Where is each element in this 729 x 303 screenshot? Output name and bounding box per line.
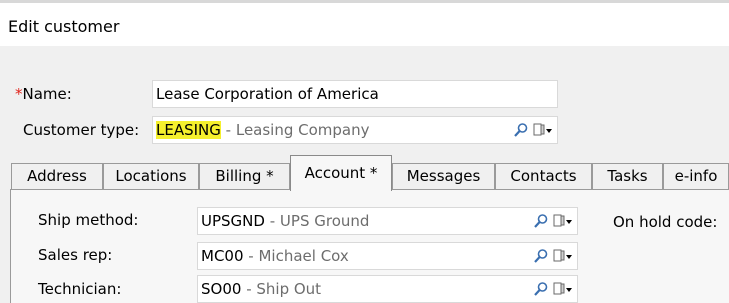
tab-e-info[interactable]: e-info	[663, 163, 729, 190]
document-dropdown-icon[interactable]	[553, 281, 573, 297]
customer-type-label: Customer type:	[23, 121, 140, 139]
ship-method-desc: - UPS Ground	[269, 212, 370, 230]
technician-code: SO00	[201, 280, 242, 298]
ship-method-code: UPSGND	[201, 212, 265, 230]
document-dropdown-icon[interactable]	[553, 213, 573, 229]
magnifier-icon[interactable]	[533, 248, 549, 264]
tab-contacts[interactable]: Contacts	[495, 163, 592, 190]
technician-desc: - Ship Out	[246, 280, 322, 298]
tab-address[interactable]: Address	[11, 163, 103, 190]
ship-method-label: Ship method:	[38, 211, 139, 229]
tab-strip: Address Locations Billing * Account * Me…	[10, 155, 729, 191]
tab-messages[interactable]: Messages	[392, 163, 495, 190]
customer-type-field[interactable]: LEASING - Leasing Company	[152, 116, 558, 144]
on-hold-code-label: On hold code:	[613, 213, 718, 231]
technician-field[interactable]: SO00 - Ship Out	[197, 275, 578, 303]
name-value: Lease Corporation of America	[156, 85, 379, 103]
document-dropdown-icon[interactable]	[553, 248, 573, 264]
tab-billing[interactable]: Billing *	[199, 163, 290, 190]
sales-rep-field[interactable]: MC00 - Michael Cox	[197, 242, 578, 270]
window-title: Edit customer	[8, 17, 120, 36]
required-marker: *	[15, 85, 23, 103]
technician-label: Technician:	[38, 280, 122, 298]
title-bar: Edit customer	[0, 3, 729, 46]
sales-rep-desc: - Michael Cox	[248, 247, 349, 265]
name-label-group: *Name:	[15, 85, 72, 103]
tab-locations[interactable]: Locations	[103, 163, 199, 190]
name-field[interactable]: Lease Corporation of America	[152, 80, 558, 108]
name-label: Name:	[22, 85, 72, 103]
sales-rep-label: Sales rep:	[38, 246, 113, 264]
ship-method-field[interactable]: UPSGND - UPS Ground	[197, 207, 578, 235]
magnifier-icon[interactable]	[513, 122, 529, 138]
tab-tasks[interactable]: Tasks	[592, 163, 663, 190]
tab-account[interactable]: Account *	[290, 155, 392, 191]
customer-type-desc: - Leasing Company	[225, 121, 370, 139]
magnifier-icon[interactable]	[533, 281, 549, 297]
magnifier-icon[interactable]	[533, 213, 549, 229]
sales-rep-code: MC00	[201, 247, 244, 265]
customer-type-code: LEASING	[156, 121, 221, 139]
document-dropdown-icon[interactable]	[533, 122, 553, 138]
